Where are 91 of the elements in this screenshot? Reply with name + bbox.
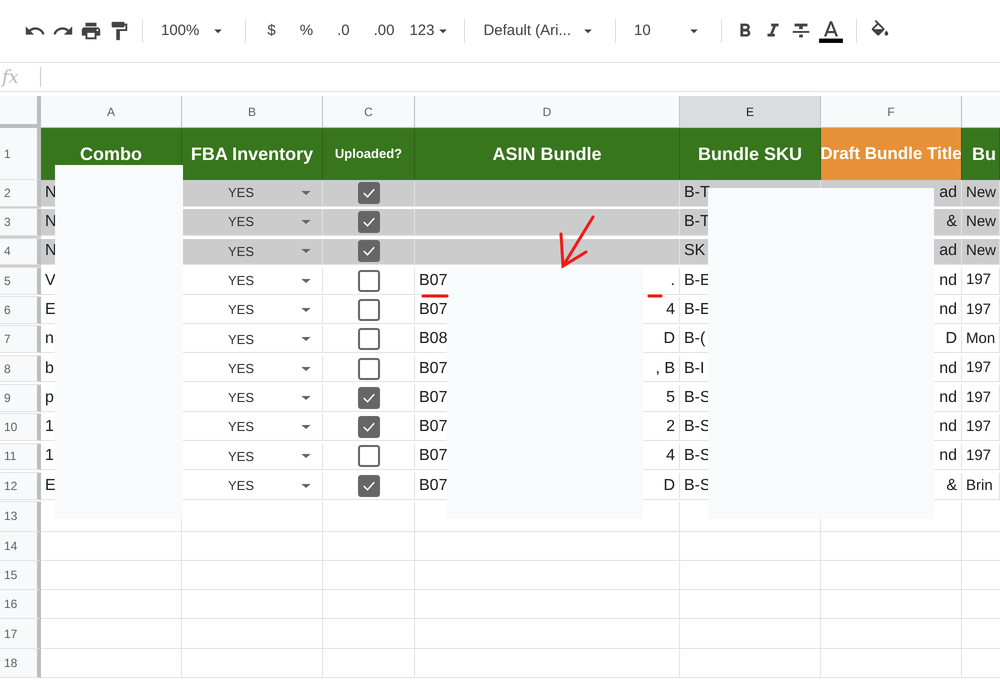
column-header[interactable]: D (415, 96, 680, 128)
column-header[interactable]: E (680, 96, 821, 128)
cell-text: 4 (666, 300, 675, 320)
checkbox[interactable] (358, 358, 380, 380)
cell-text: B07 (419, 270, 448, 291)
status-dropdown[interactable]: YES (228, 212, 314, 232)
row-header[interactable]: 2 (0, 180, 41, 207)
zoom-dropdown[interactable]: 100% (155, 20, 234, 42)
cell-text: B08 (419, 329, 448, 350)
header-cell: FBA Inventory (182, 128, 323, 180)
row-header[interactable]: 7 (0, 326, 41, 354)
status-dropdown[interactable]: YES (228, 417, 314, 437)
row-header[interactable]: 11 (0, 444, 41, 470)
row-header[interactable]: 4 (0, 238, 41, 266)
column-header[interactable]: A (41, 96, 182, 128)
checkbox[interactable] (358, 240, 380, 262)
column-header[interactable]: F (821, 96, 962, 128)
currency-button[interactable]: $ (258, 20, 285, 42)
header-cell: Bu (962, 128, 1000, 180)
table-cell: New (962, 238, 1000, 266)
increase-decimals-button[interactable]: .00 (364, 20, 404, 42)
status-dropdown[interactable]: YES (228, 388, 314, 408)
table-cell: Mon (962, 326, 1000, 354)
row-header[interactable]: 5 (0, 268, 41, 295)
status-dropdown[interactable]: YES (228, 358, 314, 378)
row-header[interactable]: 18 (0, 648, 41, 678)
cell-text: 5 (666, 388, 675, 408)
table-cell: New (962, 180, 1000, 207)
column-header[interactable]: C (323, 96, 415, 128)
row-header[interactable]: 9 (0, 385, 41, 412)
checkbox[interactable] (358, 182, 380, 204)
table-cell: New (962, 209, 1000, 236)
cell-text: B07 (419, 417, 448, 438)
header-cell: Bundle SKU (680, 128, 821, 180)
cell-text: B07 (419, 388, 448, 408)
row-header[interactable]: 15 (0, 560, 41, 590)
table-cell: 197 (962, 414, 1000, 442)
cell-text: B07 (419, 300, 448, 320)
table-cell: 197 (962, 268, 1000, 295)
table-cell: 197 (962, 444, 1000, 470)
table-cell (0, 265, 41, 268)
status-dropdown[interactable]: YES (228, 330, 314, 350)
cell-text: . (670, 270, 675, 291)
row-header[interactable]: 3 (0, 209, 41, 236)
row-header[interactable]: 1 (0, 128, 41, 180)
decrease-decimals-button[interactable]: .0 (328, 20, 359, 42)
checkbox[interactable] (358, 474, 380, 497)
checkbox[interactable] (358, 299, 380, 321)
status-dropdown[interactable]: YES (228, 476, 314, 496)
status-dropdown[interactable]: YES (228, 183, 314, 203)
table-cell: Brin (962, 472, 1000, 500)
status-dropdown[interactable]: YES (228, 270, 314, 290)
column-header[interactable]: B (182, 96, 323, 128)
table-cell: 197 (962, 385, 1000, 412)
row-header[interactable]: 8 (0, 356, 41, 382)
cell-text: B07 (419, 476, 448, 496)
header-cell: ASIN Bundle (415, 128, 680, 180)
status-dropdown[interactable]: YES (228, 446, 314, 466)
row-header[interactable]: 13 (0, 502, 41, 532)
status-dropdown[interactable]: YES (228, 242, 314, 262)
row-header[interactable]: 10 (0, 414, 41, 442)
formula-label: fx (0, 66, 20, 90)
print-icon[interactable] (80, 20, 102, 42)
table-cell (0, 236, 41, 239)
more-formats-dropdown[interactable]: 123 (409, 20, 452, 42)
row-header[interactable]: 16 (0, 590, 41, 620)
row-header[interactable]: 12 (0, 472, 41, 500)
header-cell: Draft Bundle Title (821, 128, 962, 180)
font-dropdown[interactable]: Default (Ari... (477, 20, 603, 42)
status-dropdown[interactable]: YES (228, 300, 314, 320)
cell-text: D (663, 476, 675, 496)
cell-text: , B (655, 358, 675, 379)
checkbox[interactable] (358, 211, 380, 234)
cell-text: 2 (666, 417, 675, 438)
checkbox[interactable] (358, 416, 380, 438)
checkbox[interactable] (358, 386, 380, 409)
row-header[interactable]: 14 (0, 532, 41, 561)
table-cell: 197 (962, 356, 1000, 382)
percent-button[interactable]: % (290, 20, 322, 42)
header-cell: Uploaded? (323, 128, 415, 180)
checkbox[interactable] (358, 328, 380, 350)
cell-text: 4 (666, 446, 675, 466)
checkbox[interactable] (358, 445, 380, 468)
font-size-dropdown[interactable]: 10 (628, 20, 709, 42)
row-header[interactable]: 17 (0, 619, 41, 649)
row-header[interactable]: 6 (0, 297, 41, 324)
table-cell: 197 (962, 297, 1000, 324)
cell-text: B07 (419, 358, 448, 379)
cell-text: D (663, 329, 675, 350)
checkbox[interactable] (358, 270, 380, 292)
cell-text: B07 (419, 446, 448, 466)
